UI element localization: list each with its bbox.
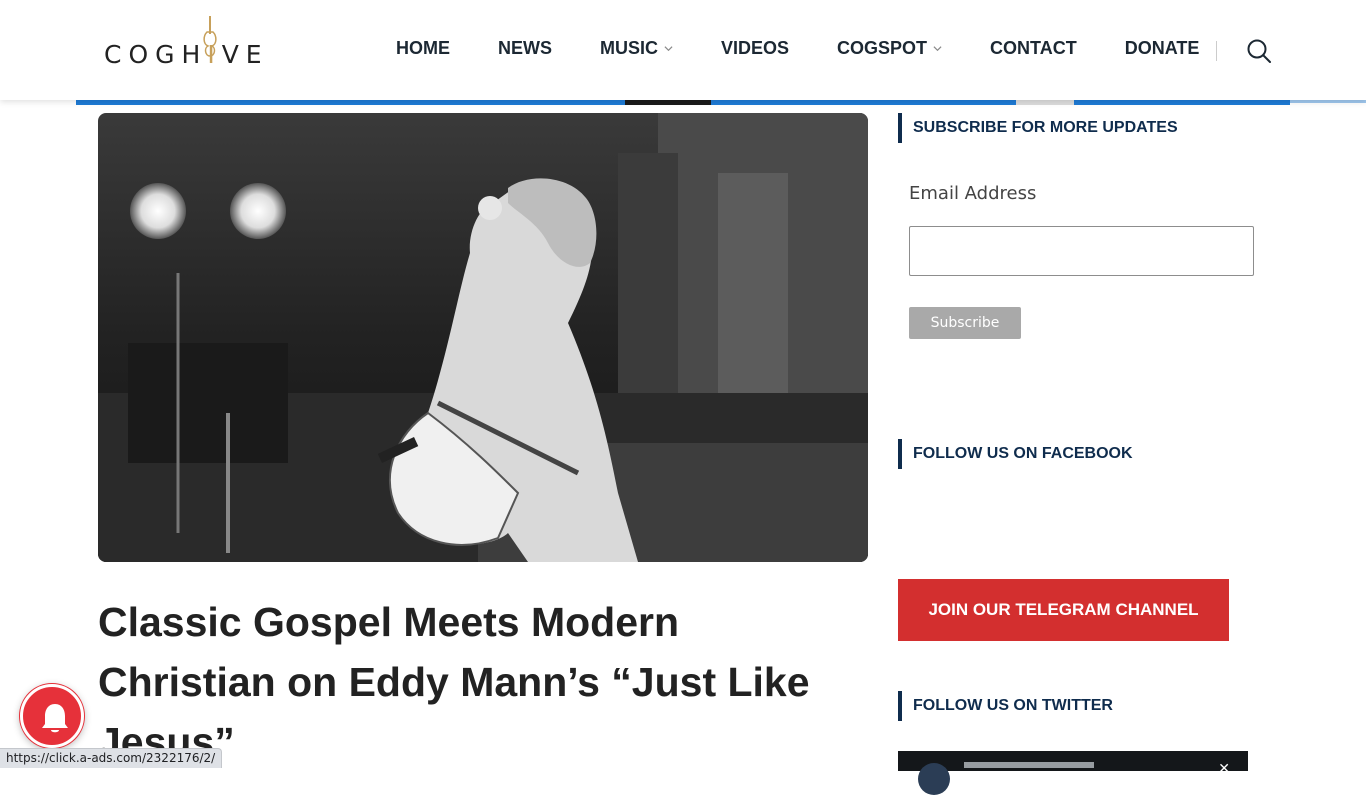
article-title: Classic Gospel Meets Modern Christian on…	[98, 599, 810, 765]
article-hero-image	[98, 113, 868, 562]
guitarist-photo	[98, 113, 868, 562]
twitter-embed-text	[964, 762, 1094, 768]
nav-videos[interactable]: VIDEOS	[721, 38, 789, 59]
search-icon	[1247, 39, 1271, 63]
nav-contact[interactable]: CONTACT	[990, 38, 1077, 59]
close-icon[interactable]: ✕	[1218, 761, 1230, 777]
site-header: COGHIVE HOME NEWS MUSIC VIDEOS COGSPOT C…	[0, 0, 1366, 100]
bell-icon	[42, 704, 68, 733]
status-bar-url: https://click.a-ads.com/2322176/2/	[0, 748, 223, 768]
nav-divider	[1216, 41, 1217, 61]
nav-news[interactable]: NEWS	[498, 38, 552, 59]
email-label: Email Address	[909, 183, 1037, 204]
chevron-down-icon	[933, 46, 942, 52]
email-input[interactable]	[909, 226, 1254, 276]
twitter-embed[interactable]: ✕	[898, 751, 1248, 795]
nav-donate[interactable]: DONATE	[1125, 38, 1200, 59]
site-logo[interactable]: COGHIVE	[104, 14, 270, 69]
facebook-heading: FOLLOW US ON FACEBOOK	[898, 439, 1133, 469]
nav-cogspot[interactable]: COGSPOT	[837, 38, 942, 59]
notification-bell-button[interactable]	[20, 684, 84, 748]
subscribe-heading: SUBSCRIBE FOR MORE UPDATES	[898, 113, 1178, 143]
logo-wordmark: COGHIVE	[104, 40, 269, 69]
header-accent-bar	[76, 100, 1290, 105]
main-nav: HOME NEWS MUSIC VIDEOS COGSPOT CONTACT D…	[396, 38, 1247, 59]
chevron-down-icon	[664, 46, 673, 52]
subscribe-button[interactable]: Subscribe	[909, 307, 1021, 339]
search-button[interactable]	[1246, 38, 1272, 64]
telegram-button[interactable]: JOIN OUR TELEGRAM CHANNEL	[898, 579, 1229, 641]
nav-home[interactable]: HOME	[396, 38, 450, 59]
twitter-heading: FOLLOW US ON TWITTER	[898, 691, 1113, 721]
header-accent-bar-tail	[1290, 100, 1366, 103]
nav-music[interactable]: MUSIC	[600, 38, 673, 59]
